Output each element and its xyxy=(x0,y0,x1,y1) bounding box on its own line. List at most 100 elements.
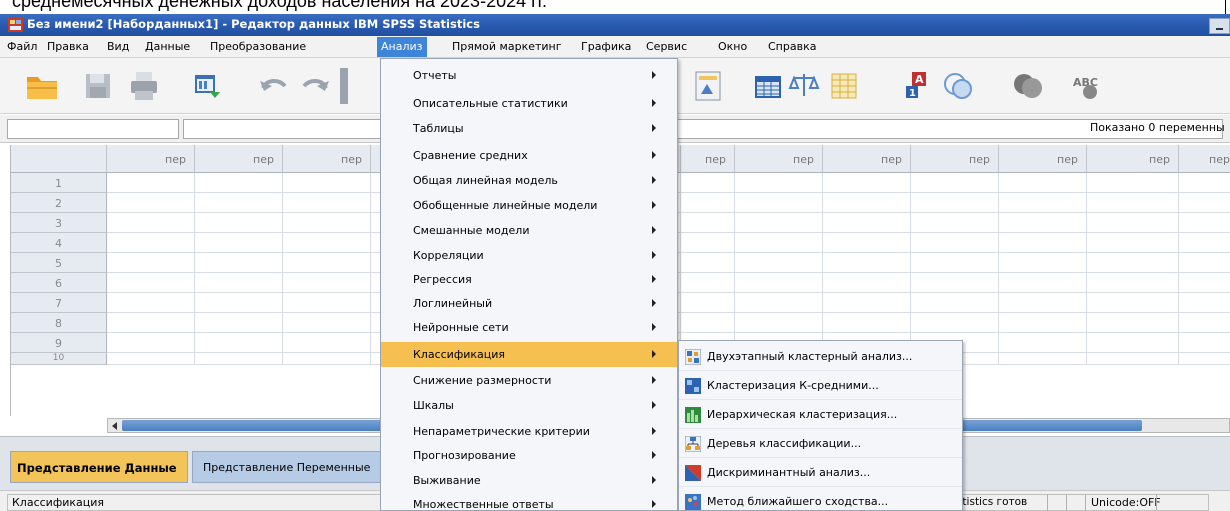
grid-cell[interactable] xyxy=(735,273,823,293)
grid-cell[interactable] xyxy=(195,333,283,353)
menu-file[interactable]: Файл xyxy=(7,40,37,53)
column-header[interactable]: пер xyxy=(283,145,371,173)
grid-cell[interactable] xyxy=(823,173,911,193)
minimize-button[interactable] xyxy=(1209,18,1230,34)
submenu-item-two-step-cluster[interactable]: Двухэтапный кластерный анализ... xyxy=(679,343,962,371)
print-icon[interactable] xyxy=(126,68,162,104)
column-header[interactable]: пер xyxy=(823,145,911,173)
grid-cell[interactable] xyxy=(1179,233,1230,253)
menu-item-general-linear[interactable]: Общая линейная модель xyxy=(381,168,677,193)
tab-data-view[interactable]: Представление Данные xyxy=(10,451,188,483)
grid-cell[interactable] xyxy=(999,273,1087,293)
tab-variable-view[interactable]: Представление Переменные xyxy=(192,451,382,483)
grid-cell[interactable] xyxy=(283,193,371,213)
grid-cell[interactable] xyxy=(1179,313,1230,333)
grid-cell[interactable] xyxy=(999,353,1087,365)
menu-analyze[interactable]: Анализ xyxy=(377,37,427,57)
grid-cell[interactable] xyxy=(195,353,283,365)
grid-cell[interactable] xyxy=(823,273,911,293)
column-header[interactable]: пер xyxy=(735,145,823,173)
menu-data[interactable]: Данные xyxy=(145,40,190,53)
menu-item-dimension-reduction[interactable]: Снижение размерности xyxy=(381,368,677,393)
row-header[interactable]: 10 xyxy=(11,353,107,365)
submenu-item-trees[interactable]: Деревья классификации... xyxy=(679,430,962,458)
grid-cell[interactable] xyxy=(823,193,911,213)
grid-cell[interactable] xyxy=(107,273,195,293)
undo-icon[interactable] xyxy=(255,68,291,104)
grid-cell[interactable] xyxy=(999,233,1087,253)
menu-item-classify[interactable]: Классификация xyxy=(381,342,677,367)
grid-cell[interactable] xyxy=(283,293,371,313)
grid-cell[interactable] xyxy=(735,233,823,253)
grid-cell[interactable] xyxy=(1087,313,1179,333)
row-header[interactable]: 5 xyxy=(11,253,107,273)
grid-cell[interactable] xyxy=(681,173,735,193)
grid-cell[interactable] xyxy=(195,233,283,253)
grid-cell[interactable] xyxy=(681,213,735,233)
grid-cell[interactable] xyxy=(1179,213,1230,233)
grid-cell[interactable] xyxy=(107,253,195,273)
grid-cell[interactable] xyxy=(195,253,283,273)
grid-cell[interactable] xyxy=(999,293,1087,313)
grid-cell[interactable] xyxy=(283,253,371,273)
grid-cell[interactable] xyxy=(1179,333,1230,353)
grid-cell[interactable] xyxy=(1087,353,1179,365)
grid-cell[interactable] xyxy=(1179,193,1230,213)
grid-cell[interactable] xyxy=(911,293,999,313)
use-sets-icon[interactable] xyxy=(826,68,862,104)
grid-cell[interactable] xyxy=(911,193,999,213)
grid-cell[interactable] xyxy=(1087,213,1179,233)
dialog-recall-icon[interactable] xyxy=(188,68,224,104)
grid-cell[interactable] xyxy=(283,233,371,253)
grid-cell[interactable] xyxy=(681,253,735,273)
grid-cell[interactable] xyxy=(1087,173,1179,193)
menu-help[interactable]: Справка xyxy=(768,40,816,53)
grid-cell[interactable] xyxy=(911,273,999,293)
grid-cell[interactable] xyxy=(911,233,999,253)
grid-cell[interactable] xyxy=(283,213,371,233)
grid-cell[interactable] xyxy=(999,193,1087,213)
grid-cell[interactable] xyxy=(283,173,371,193)
submenu-item-nearest-neighbor[interactable]: Метод ближайшего сходства... xyxy=(679,488,962,511)
grid-cell[interactable] xyxy=(195,193,283,213)
grid-cell[interactable] xyxy=(283,333,371,353)
row-header[interactable]: 7 xyxy=(11,293,107,313)
grid-cell[interactable] xyxy=(1087,233,1179,253)
grid-cell[interactable] xyxy=(735,253,823,273)
grid-cell[interactable] xyxy=(735,293,823,313)
row-header[interactable]: 9 xyxy=(11,333,107,353)
grid-cell[interactable] xyxy=(283,313,371,333)
menu-item-regression[interactable]: Регрессия xyxy=(381,267,677,292)
menu-graphs[interactable]: Графика xyxy=(581,40,631,53)
grid-cell[interactable] xyxy=(1179,253,1230,273)
column-header[interactable]: пер xyxy=(107,145,195,173)
menu-item-mixed[interactable]: Смешанные модели xyxy=(381,218,677,243)
grid-cell[interactable] xyxy=(1087,293,1179,313)
row-header[interactable]: 8 xyxy=(11,313,107,333)
menu-transform[interactable]: Преобразование xyxy=(210,40,306,53)
menu-item-nonparametric[interactable]: Непараметрические критерии xyxy=(381,419,677,444)
column-header[interactable]: пер xyxy=(999,145,1087,173)
grid-cell[interactable] xyxy=(823,313,911,333)
column-header[interactable]: пер xyxy=(1087,145,1179,173)
cell-value-box[interactable] xyxy=(183,119,1223,139)
grid-cell[interactable] xyxy=(735,313,823,333)
column-header[interactable]: пер xyxy=(195,145,283,173)
save-disk-icon[interactable] xyxy=(80,68,116,104)
menu-item-scale[interactable]: Шкалы xyxy=(381,393,677,418)
menu-item-compare-means[interactable]: Сравнение средних xyxy=(381,143,677,168)
grid-cell[interactable] xyxy=(1179,173,1230,193)
grid-cell[interactable] xyxy=(911,213,999,233)
grid-cell[interactable] xyxy=(823,293,911,313)
column-header[interactable]: пер xyxy=(911,145,999,173)
menu-item-neural-networks[interactable]: Нейронные сети xyxy=(381,315,677,340)
menu-utilities[interactable]: Сервис xyxy=(646,40,687,53)
grid-cell[interactable] xyxy=(283,353,371,365)
menu-item-survival[interactable]: Выживание xyxy=(381,468,677,493)
grid-cell[interactable] xyxy=(911,313,999,333)
grid-cell[interactable] xyxy=(195,173,283,193)
grid-cell[interactable] xyxy=(107,173,195,193)
grid-cell[interactable] xyxy=(195,273,283,293)
grid-cell[interactable] xyxy=(999,313,1087,333)
grid-cell[interactable] xyxy=(107,213,195,233)
